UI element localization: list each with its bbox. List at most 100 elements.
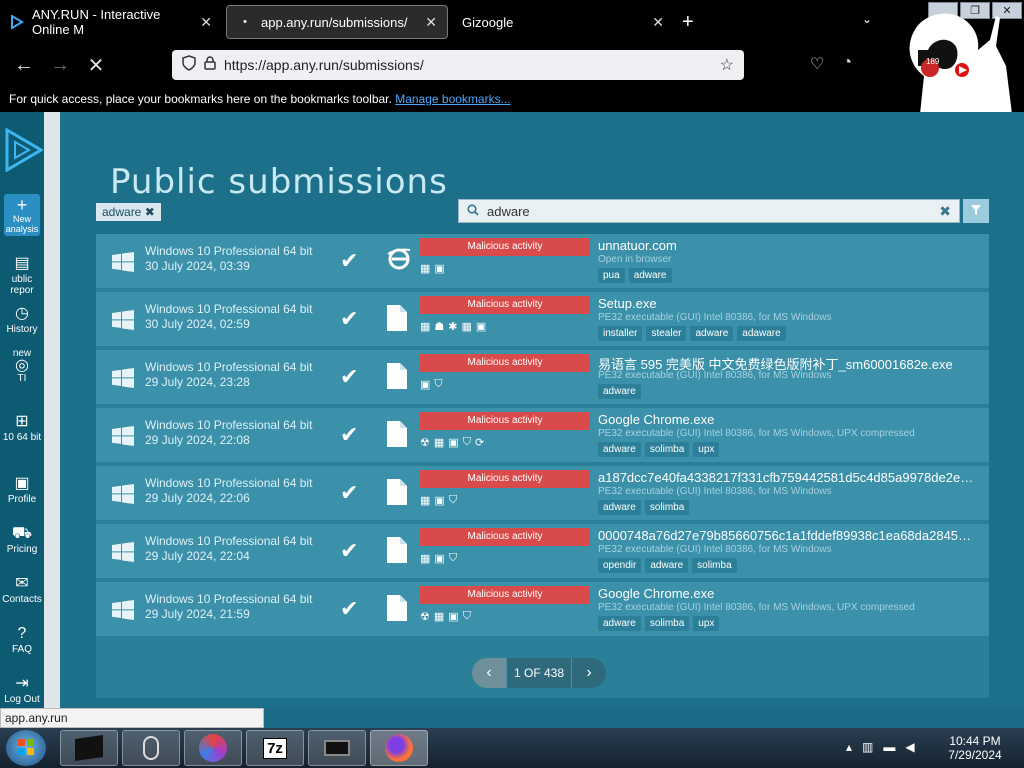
address-bar[interactable]: https://app.any.run/submissions/ ☆ (172, 50, 744, 80)
tag[interactable]: adaware (737, 326, 786, 341)
start-button[interactable] (6, 730, 46, 766)
indicator-icon: ☢ (420, 437, 430, 449)
file-name[interactable]: Setup.exe (598, 296, 978, 311)
tag[interactable]: pua (598, 268, 625, 283)
table-row[interactable]: Windows 10 Professional 64 bit 30 July 20… (96, 234, 989, 290)
taskbar-app-7zip[interactable]: 7z (246, 730, 304, 766)
manage-bookmarks-link[interactable]: Manage bookmarks... (395, 92, 510, 106)
sidebar-scrollbar[interactable] (44, 112, 60, 708)
close-icon[interactable]: ✕ (200, 14, 212, 31)
indicator-icons: ☢ ▦ ▣ ⛉ ⟳ (420, 436, 484, 449)
sidebar-item-faq[interactable]: ? FAQ (0, 624, 44, 655)
next-page-button[interactable]: › (572, 658, 606, 688)
windows-logo-icon (112, 426, 134, 446)
tag[interactable]: solimba (644, 616, 690, 631)
logout-icon: ⇥ (15, 675, 29, 692)
tag[interactable]: adware (598, 384, 641, 399)
tag[interactable]: adware (628, 268, 672, 283)
tray-expand-icon[interactable]: ▴ (846, 740, 852, 754)
file-name[interactable]: 0000748a76d27e79b85660756c1a1fddef89938c… (598, 528, 978, 543)
table-row[interactable]: Windows 10 Professional 64 bit 29 July 20… (96, 466, 989, 522)
taskbar-app-browser[interactable] (184, 730, 242, 766)
anime-figure-image: 189 (880, 6, 1024, 114)
extension-circle-icon[interactable]: ◔ (842, 54, 852, 74)
taskbar-app-monitor[interactable] (308, 730, 366, 766)
indicator-icon: ▦ (461, 321, 472, 333)
close-icon[interactable]: ✕ (652, 14, 664, 31)
tag[interactable]: installer (598, 326, 643, 341)
tag[interactable]: adware (598, 442, 641, 457)
monitor-icon (324, 740, 350, 756)
tab-gizoogle[interactable]: Gizoogle ✕ (452, 5, 674, 39)
file-name[interactable]: Google Chrome.exe (598, 586, 978, 601)
internet-explorer-icon (386, 246, 411, 276)
file-name[interactable]: a187dcc7e40fa4338217f331cfb759442581d5c4… (598, 470, 978, 485)
sidebar-item-profile[interactable]: ▣ Profile (0, 474, 44, 505)
table-row[interactable]: Windows 10 Professional 64 bit 29 July 20… (96, 524, 989, 580)
file-name[interactable]: unnatuor.com (598, 238, 978, 253)
sidebar-item-pricing[interactable]: ⛟ Pricing (0, 524, 44, 555)
close-icon[interactable]: ✕ (425, 14, 437, 31)
new-tab-button[interactable]: + (682, 11, 694, 34)
tag[interactable]: solimba (692, 558, 737, 573)
new-analysis-button[interactable]: + New analysis (4, 194, 40, 236)
forward-arrow-icon[interactable]: → (42, 54, 78, 77)
tag[interactable]: adware (598, 616, 641, 631)
sidebar-item-contacts[interactable]: ✉ Contacts (0, 574, 44, 605)
file-description: PE32 executable (GUI) Intel 80386, for M… (598, 312, 832, 323)
anyrun-favicon-icon (10, 14, 24, 30)
windows-logo-icon (112, 542, 134, 562)
tag[interactable]: upx (693, 442, 720, 457)
shield-icon[interactable] (182, 54, 196, 76)
table-row[interactable]: Windows 10 Professional 64 bit 29 July 20… (96, 582, 989, 638)
sidebar-item-history[interactable]: ◷ History (0, 304, 44, 335)
tag[interactable]: opendir (598, 558, 642, 573)
tag[interactable]: adware (690, 326, 734, 341)
tag[interactable]: adware (598, 500, 641, 515)
tab-anyrun[interactable]: ANY.RUN - Interactive Online M ✕ (0, 5, 222, 39)
tag[interactable]: adware (645, 558, 689, 573)
lock-icon[interactable] (204, 55, 216, 75)
os-name: Windows 10 Professional 64 bit (145, 302, 313, 316)
tag[interactable]: solimba (644, 442, 690, 457)
swirl-browser-icon (199, 734, 227, 762)
checkmark-icon: ✔ (340, 306, 359, 331)
cart-icon: ⛟ (11, 525, 33, 542)
submission-date: 29 July 2024, 22:04 (145, 549, 250, 563)
list-scroll-area[interactable]: Windows 10 Professional 64 bit 30 July 20… (60, 112, 1024, 700)
tab-title: ANY.RUN - Interactive Online M (32, 7, 161, 37)
tag[interactable]: solimba (644, 500, 690, 515)
anyrun-logo-icon[interactable] (3, 127, 44, 173)
pocket-icon[interactable]: ♡ (810, 54, 824, 74)
table-row[interactable]: Windows 10 Professional 64 bit 30 July 20… (96, 292, 989, 348)
indicator-icons: ▦ ▣ ⛉ (420, 552, 457, 565)
tag[interactable]: upx (693, 616, 720, 631)
sidebar-item-windows[interactable]: ⊞ 10 64 bit (0, 412, 44, 443)
windows-icon: ⊞ (15, 413, 29, 430)
prev-page-button[interactable]: ‹ (472, 658, 506, 688)
taskbar-app-mouse[interactable] (122, 730, 180, 766)
bookmark-star-icon[interactable]: ☆ (720, 55, 734, 75)
stop-loading-icon[interactable]: ✕ (78, 53, 114, 78)
back-arrow-icon[interactable]: ← (6, 54, 42, 77)
taskbar-app-cmd[interactable] (60, 730, 118, 766)
tab-list-chevron-icon[interactable]: ⌄ (862, 12, 872, 26)
sidebar-item-logout[interactable]: ⇥ Log Out (0, 674, 44, 705)
table-row[interactable]: Windows 10 Professional 64 bit 29 July 20… (96, 350, 989, 406)
tray-network-icon[interactable]: ▥ (862, 740, 873, 754)
table-row[interactable]: Windows 10 Professional 64 bit 29 July 20… (96, 408, 989, 464)
file-icon (386, 536, 410, 566)
tab-submissions[interactable]: • app.any.run/submissions/ ✕ (226, 5, 448, 39)
sidebar-item-ti[interactable]: new ◎ TI (0, 348, 44, 384)
taskbar-clock[interactable]: 10:44 PM 7/29/2024 (944, 734, 1006, 762)
tray-display-icon[interactable]: ▬ (883, 740, 895, 754)
plus-icon: + (16, 195, 28, 215)
indicator-icons: ▦ ▣ (420, 262, 445, 275)
indicator-icons: ▦ ☗ ✱ ▦ ▣ (420, 320, 486, 333)
tray-volume-icon[interactable]: ◀ (905, 740, 914, 754)
tag[interactable]: stealer (646, 326, 687, 341)
taskbar-app-firefox[interactable] (370, 730, 428, 766)
submission-date: 29 July 2024, 23:28 (145, 375, 250, 389)
sidebar-item-public-reports[interactable]: ▤ ublic repor (0, 254, 44, 296)
file-name[interactable]: Google Chrome.exe (598, 412, 978, 427)
